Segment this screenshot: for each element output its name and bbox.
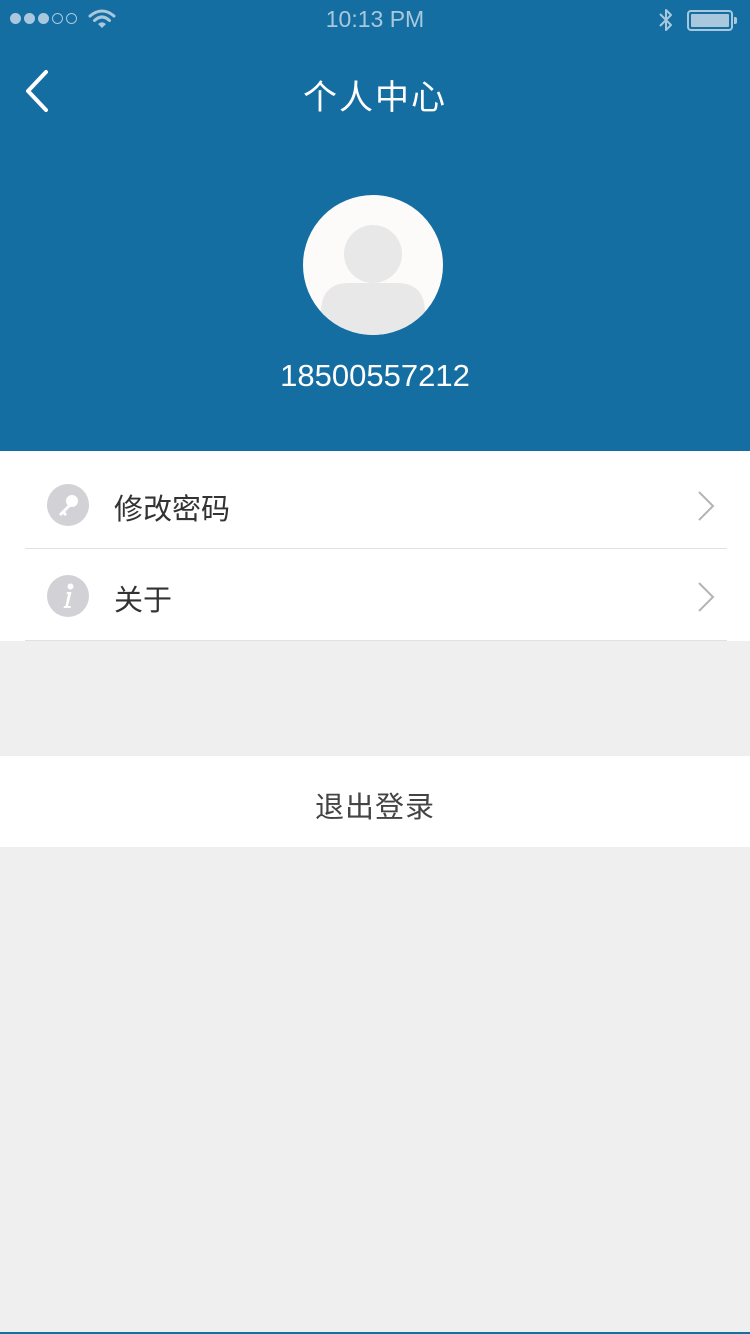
avatar[interactable] xyxy=(303,195,443,335)
menu-item-change-password[interactable]: 修改密码 xyxy=(0,459,750,551)
chevron-right-icon xyxy=(698,582,715,612)
status-time: 10:13 PM xyxy=(325,6,425,32)
settings-menu: 修改密码 关于 xyxy=(0,451,750,641)
menu-item-label: 修改密码 xyxy=(114,492,231,526)
key-icon xyxy=(47,484,89,526)
menu-item-label: 关于 xyxy=(114,583,173,617)
profile-header: 10:13 PM 个人中心 18500557212 xyxy=(0,0,750,451)
user-phone-number: 18500557212 xyxy=(280,358,470,393)
menu-divider xyxy=(25,640,727,641)
bluetooth-icon xyxy=(659,9,672,31)
chevron-right-icon xyxy=(698,491,715,521)
info-icon xyxy=(47,575,89,617)
status-bar: 10:13 PM xyxy=(0,0,750,40)
logout-label: 退出登录 xyxy=(314,790,435,824)
logout-button[interactable]: 退出登录 xyxy=(0,756,750,847)
battery-icon xyxy=(687,10,737,31)
menu-item-about[interactable]: 关于 xyxy=(0,550,750,642)
page-title: 个人中心 xyxy=(303,78,447,118)
user-placeholder-icon xyxy=(321,225,425,335)
menu-divider xyxy=(25,548,727,549)
